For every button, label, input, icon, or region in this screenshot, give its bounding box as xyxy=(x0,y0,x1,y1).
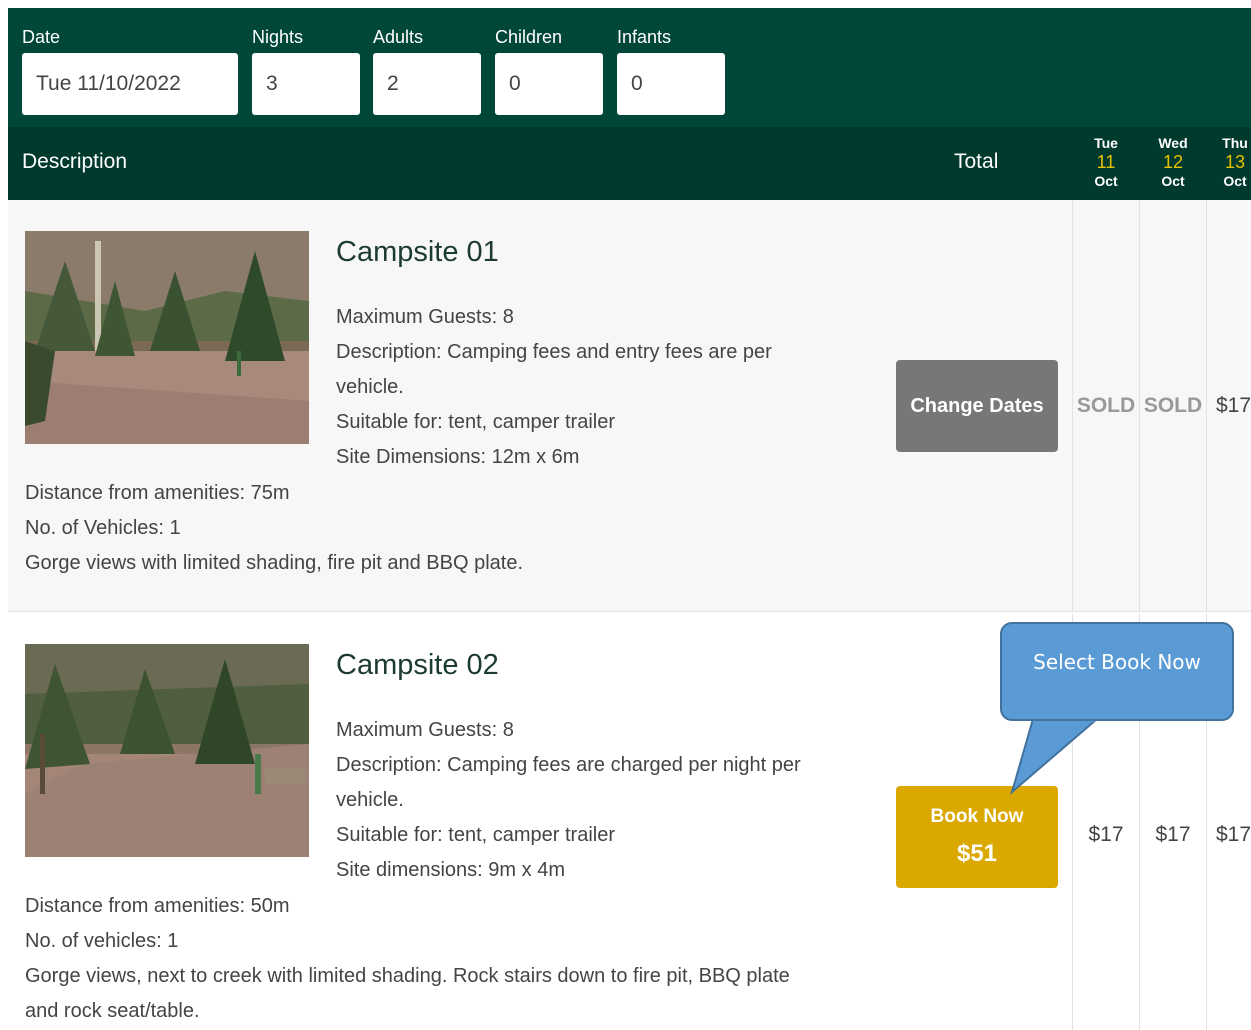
total-header: Total xyxy=(954,150,999,173)
description-line: Description: Camping fees and entry fees… xyxy=(336,341,772,363)
campsite-photo[interactable] xyxy=(25,644,309,857)
date-field-group: Date Tue 11/10/2022 xyxy=(22,26,238,115)
max-guests: Maximum Guests: 8 xyxy=(336,719,514,741)
infants-label: Infants xyxy=(617,27,672,47)
adults-field-group: Adults 2 xyxy=(373,26,481,115)
description-header: Description xyxy=(22,150,128,173)
price-cell: $17 xyxy=(1216,823,1251,846)
day-header-wed: Wed 12 Oct xyxy=(1153,135,1193,189)
price-cell-sold: SOLD xyxy=(1076,394,1136,417)
nights-field-group: Nights 3 xyxy=(252,26,360,115)
search-bar: Date Tue 11/10/2022 Nights 3 Adults 2 Ch… xyxy=(8,8,1251,127)
day-of-month: 13 xyxy=(1224,152,1246,172)
day-header-thu: Thu 13 Oct xyxy=(1215,135,1251,189)
price-cell: $17 xyxy=(1155,823,1191,846)
children-input[interactable]: 0 xyxy=(495,53,603,115)
suitable-for: Suitable for: tent, camper trailer xyxy=(336,824,616,846)
price-cell-sold: SOLD xyxy=(1143,394,1203,417)
day-of-week: Wed xyxy=(1158,135,1188,151)
campsite-row: Campsite 01 Maximum Guests: 8 Descriptio… xyxy=(8,200,1251,612)
description-line: vehicle. xyxy=(336,789,404,811)
callout-pointer xyxy=(1010,718,1100,795)
day-of-month: 11 xyxy=(1096,152,1116,172)
nights-input[interactable]: 3 xyxy=(252,53,360,115)
suitable-for: Suitable for: tent, camper trailer xyxy=(336,411,616,433)
adults-input[interactable]: 2 xyxy=(373,53,481,115)
adults-label: Adults xyxy=(373,27,424,47)
day-of-week: Tue xyxy=(1094,135,1118,151)
site-dimensions: Site dimensions: 9m x 4m xyxy=(336,859,565,881)
price-cell: $17 xyxy=(1216,394,1251,417)
infants-field-group: Infants 0 xyxy=(617,26,725,115)
date-input[interactable]: Tue 11/10/2022 xyxy=(22,53,238,115)
site-notes: and rock seat/table. xyxy=(25,1000,200,1022)
book-now-button[interactable]: Book Now $51 xyxy=(896,786,1058,888)
description-line: vehicle. xyxy=(336,376,404,398)
children-field-group: Children 0 xyxy=(495,26,603,115)
max-guests: Maximum Guests: 8 xyxy=(336,306,514,328)
campsite-photo[interactable] xyxy=(25,231,309,444)
campsite-title[interactable]: Campsite 01 xyxy=(336,236,499,269)
results-header: Description Total Tue 11 Oct Wed 12 Oct … xyxy=(8,127,1251,200)
vehicles: No. of Vehicles: 1 xyxy=(25,517,181,539)
site-notes: Gorge views, next to creek with limited … xyxy=(25,965,790,987)
price-cell: $17 xyxy=(1088,823,1124,846)
column-divider xyxy=(1072,200,1073,611)
month: Oct xyxy=(1161,173,1185,189)
nights-label: Nights xyxy=(252,27,304,47)
children-label: Children xyxy=(495,27,563,47)
book-now-label: Book Now xyxy=(930,806,1024,827)
site-dimensions: Site Dimensions: 12m x 6m xyxy=(336,446,580,468)
month: Oct xyxy=(1094,173,1118,189)
vehicles: No. of vehicles: 1 xyxy=(25,930,179,952)
campsite-title[interactable]: Campsite 02 xyxy=(336,649,499,682)
description-line: Description: Camping fees are charged pe… xyxy=(336,754,801,776)
site-notes: Gorge views with limited shading, fire p… xyxy=(25,552,524,574)
change-dates-button[interactable]: Change Dates xyxy=(896,360,1058,452)
column-divider xyxy=(1206,200,1207,611)
day-header-tue: Tue 11 Oct xyxy=(1086,135,1126,189)
month: Oct xyxy=(1223,173,1247,189)
infants-input[interactable]: 0 xyxy=(617,53,725,115)
day-of-month: 12 xyxy=(1162,152,1184,172)
date-label: Date xyxy=(22,27,61,47)
distance-amenities: Distance from amenities: 50m xyxy=(25,895,290,917)
day-of-week: Thu xyxy=(1222,135,1248,151)
book-now-price: $51 xyxy=(956,840,998,867)
callout-select-book-now: Select Book Now xyxy=(1000,622,1234,721)
column-divider xyxy=(1139,200,1140,611)
distance-amenities: Distance from amenities: 75m xyxy=(25,482,290,504)
